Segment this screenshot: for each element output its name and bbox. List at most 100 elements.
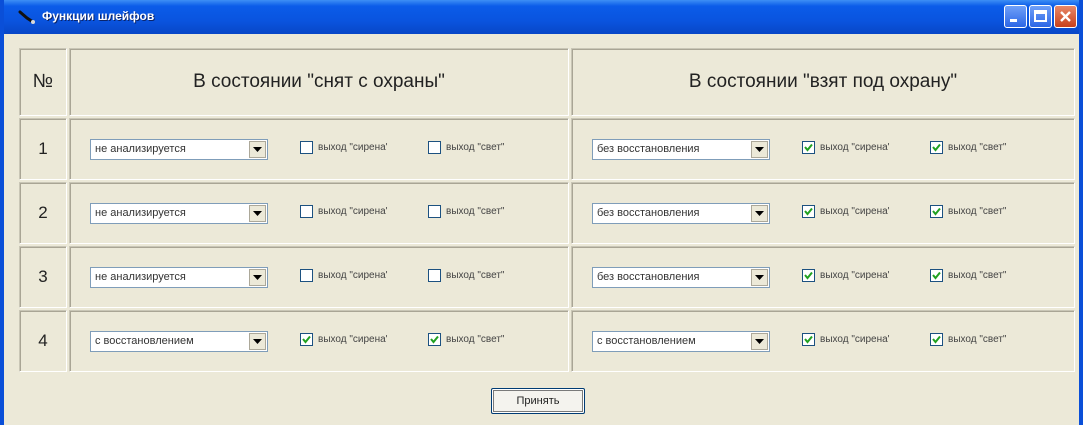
light-output-checkbox[interactable]: выход "свет" [428, 141, 504, 154]
select-value: без восстановления [597, 271, 700, 283]
dropdown-button[interactable] [249, 141, 266, 158]
chevron-down-icon [755, 275, 764, 280]
chevron-down-icon [253, 147, 262, 152]
dropdown-button[interactable] [249, 333, 266, 350]
siren-output-checkbox[interactable]: выход "сирена' [802, 269, 890, 282]
checkbox-label: выход "свет" [948, 334, 1007, 345]
checkbox-label: выход "свет" [446, 334, 505, 345]
dropdown-button[interactable] [751, 141, 768, 158]
checkmark-icon [804, 207, 813, 216]
disarmed-mode-select[interactable]: не анализируется [90, 203, 268, 224]
checkmark-icon [804, 143, 813, 152]
dropdown-button[interactable] [249, 269, 266, 286]
checkmark-icon [302, 335, 311, 344]
header-num: № [19, 48, 67, 116]
checkbox-label: выход "свет" [948, 142, 1007, 153]
title-bar[interactable]: Функции шлейфов [4, 0, 1079, 34]
checkbox-box[interactable] [300, 333, 313, 346]
loop-wire-icon [18, 9, 36, 25]
checkbox-label: выход "сирена' [820, 206, 890, 217]
light-output-checkbox[interactable]: выход "свет" [930, 333, 1006, 346]
checkmark-icon [804, 335, 813, 344]
select-value: не анализируется [95, 143, 186, 155]
armed-mode-select[interactable]: с восстановлением [592, 331, 770, 352]
checkbox-box[interactable] [930, 333, 943, 346]
checkmark-icon [932, 271, 941, 280]
checkbox-box[interactable] [930, 141, 943, 154]
checkbox-label: выход "свет" [948, 206, 1007, 217]
armed-mode-select[interactable]: без восстановления [592, 267, 770, 288]
checkbox-box[interactable] [428, 141, 441, 154]
light-output-checkbox[interactable]: выход "свет" [428, 269, 504, 282]
chevron-down-icon [755, 147, 764, 152]
disarmed-mode-select[interactable]: не анализируется [90, 139, 268, 160]
checkbox-label: выход "сирена' [820, 334, 890, 345]
armed-cell: без восстановления выход "сирена' выход … [571, 182, 1075, 244]
maximize-button[interactable] [1029, 5, 1052, 28]
select-value: не анализируется [95, 207, 186, 219]
checkbox-box[interactable] [802, 333, 815, 346]
checkbox-box[interactable] [300, 141, 313, 154]
disarmed-cell: с восстановлением выход "сирена' выход "… [69, 310, 569, 372]
siren-output-checkbox[interactable]: выход "сирена' [300, 141, 388, 154]
checkbox-box[interactable] [428, 205, 441, 218]
checkbox-label: выход "сирена' [318, 206, 388, 217]
siren-output-checkbox[interactable]: выход "сирена' [300, 205, 388, 218]
checkbox-box[interactable] [300, 205, 313, 218]
checkmark-icon [430, 335, 439, 344]
checkbox-box[interactable] [930, 269, 943, 282]
siren-output-checkbox[interactable]: выход "сирена' [802, 141, 890, 154]
checkmark-icon [932, 335, 941, 344]
checkbox-label: выход "сирена' [318, 334, 388, 345]
siren-output-checkbox[interactable]: выход "сирена' [802, 205, 890, 218]
select-value: с восстановлением [95, 335, 194, 347]
row-number: 3 [19, 246, 67, 308]
close-icon [1060, 11, 1071, 22]
chevron-down-icon [253, 275, 262, 280]
checkbox-label: выход "сирена' [820, 142, 890, 153]
apply-button[interactable]: Принять [491, 388, 585, 414]
minimize-button[interactable] [1004, 5, 1027, 28]
siren-output-checkbox[interactable]: выход "сирена' [300, 269, 388, 282]
minimize-icon [1010, 19, 1017, 22]
dropdown-button[interactable] [751, 269, 768, 286]
armed-mode-select[interactable]: без восстановления [592, 203, 770, 224]
select-value: без восстановления [597, 207, 700, 219]
header-disarmed: В состоянии "снят с охраны" [69, 48, 569, 116]
armed-cell: без восстановления выход "сирена' выход … [571, 246, 1075, 308]
checkbox-box[interactable] [802, 205, 815, 218]
light-output-checkbox[interactable]: выход "свет" [930, 141, 1006, 154]
dropdown-button[interactable] [249, 205, 266, 222]
checkbox-label: выход "свет" [948, 270, 1007, 281]
light-output-checkbox[interactable]: выход "свет" [428, 333, 504, 346]
window-title: Функции шлейфов [42, 9, 155, 23]
row-number: 1 [19, 118, 67, 180]
select-value: без восстановления [597, 143, 700, 155]
dropdown-button[interactable] [751, 333, 768, 350]
light-output-checkbox[interactable]: выход "свет" [428, 205, 504, 218]
disarmed-mode-select[interactable]: с восстановлением [90, 331, 268, 352]
select-value: с восстановлением [597, 335, 696, 347]
checkbox-box[interactable] [802, 269, 815, 282]
disarmed-cell: не анализируется выход "сирена' выход "с… [69, 182, 569, 244]
armed-mode-select[interactable]: без восстановления [592, 139, 770, 160]
checkbox-label: выход "свет" [446, 206, 505, 217]
siren-output-checkbox[interactable]: выход "сирена' [300, 333, 388, 346]
armed-cell: без восстановления выход "сирена' выход … [571, 118, 1075, 180]
checkbox-box[interactable] [802, 141, 815, 154]
checkbox-box[interactable] [930, 205, 943, 218]
select-value: не анализируется [95, 271, 186, 283]
checkbox-box[interactable] [300, 269, 313, 282]
checkbox-box[interactable] [428, 333, 441, 346]
chevron-down-icon [253, 211, 262, 216]
light-output-checkbox[interactable]: выход "свет" [930, 205, 1006, 218]
close-button[interactable] [1054, 5, 1077, 28]
checkbox-box[interactable] [428, 269, 441, 282]
dropdown-button[interactable] [751, 205, 768, 222]
window: Функции шлейфов № В состоянии "снят с ох… [0, 0, 1083, 425]
light-output-checkbox[interactable]: выход "свет" [930, 269, 1006, 282]
checkbox-label: выход "свет" [446, 270, 505, 281]
disarmed-mode-select[interactable]: не анализируется [90, 267, 268, 288]
checkbox-label: выход "сирена' [820, 270, 890, 281]
siren-output-checkbox[interactable]: выход "сирена' [802, 333, 890, 346]
